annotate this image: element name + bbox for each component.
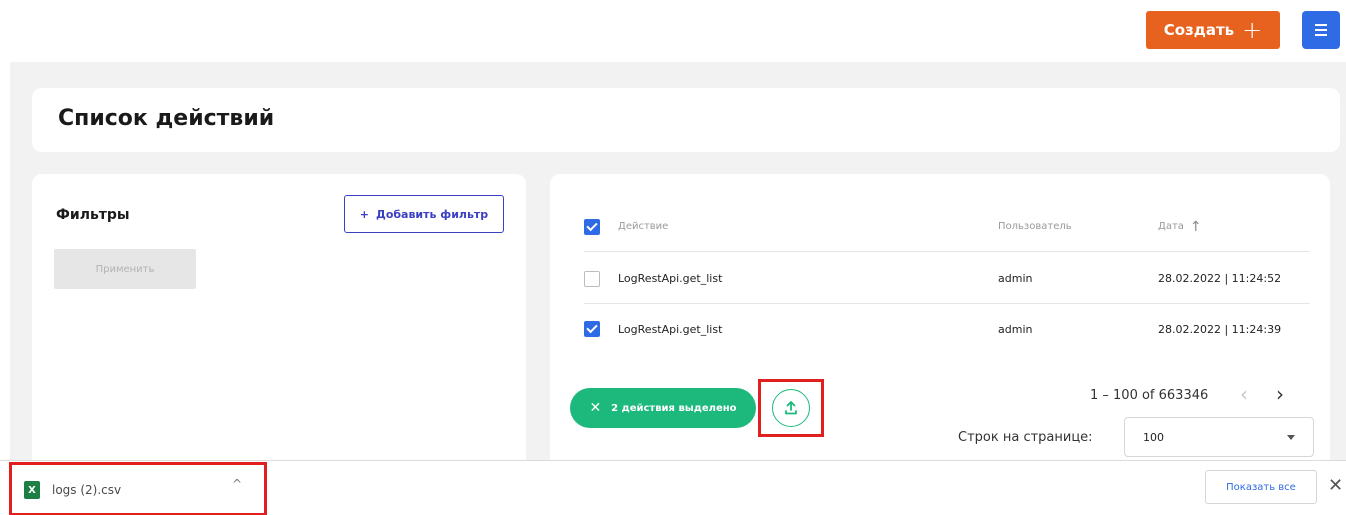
chevron-down-icon — [1287, 434, 1295, 440]
apply-button[interactable]: Применить — [54, 249, 196, 289]
hamburger-icon-line — [1315, 34, 1327, 36]
sort-arrow-icon: ↑ — [1189, 218, 1202, 235]
cell-action: LogRestApi.get_list — [618, 322, 723, 336]
table-row[interactable]: LogRestApi.get_list admin 28.02.2022 | 1… — [584, 254, 1310, 304]
cell-user: admin — [998, 322, 1033, 336]
plus-icon: + — [1242, 16, 1263, 44]
row-checkbox[interactable] — [584, 321, 600, 337]
table-row[interactable]: LogRestApi.get_list admin 28.02.2022 | 1… — [584, 304, 1310, 354]
add-filter-label: Добавить фильтр — [376, 207, 489, 221]
cell-date: 28.02.2022 | 11:24:52 — [1158, 272, 1282, 285]
pagination-range: 1 – 100 of 663346 — [1090, 388, 1209, 403]
create-button[interactable]: Создать + — [1146, 11, 1280, 49]
add-filter-button[interactable]: + Добавить фильтр — [344, 195, 504, 233]
selection-count-label: 2 действия выделено — [611, 402, 737, 414]
plus-icon: + — [359, 207, 370, 221]
cell-date: 28.02.2022 | 11:24:39 — [1158, 322, 1282, 336]
cell-action: LogRestApi.get_list — [618, 272, 723, 285]
table-header: Действие Пользователь Дата ↑ — [584, 202, 1310, 252]
clear-selection-icon[interactable]: ✕ — [589, 400, 601, 416]
rows-per-page-value: 100 — [1143, 430, 1164, 444]
download-highlight-box — [9, 462, 267, 515]
menu-button[interactable] — [1302, 11, 1340, 49]
column-header-action[interactable]: Действие — [618, 221, 998, 232]
top-bar: Создать + — [0, 0, 1346, 62]
main-area: Список действий Фильтры + Добавить фильт… — [10, 62, 1346, 474]
hamburger-icon-line — [1315, 24, 1327, 26]
previous-page-icon[interactable]: ‹ — [1240, 382, 1248, 406]
filters-title: Фильтры — [56, 207, 130, 223]
column-header-date-label: Дата — [1158, 221, 1184, 232]
cell-user: admin — [998, 272, 1033, 285]
rows-per-page-label: Строк на странице: — [958, 430, 1093, 445]
show-all-button[interactable]: Показать все — [1205, 470, 1317, 504]
column-header-user[interactable]: Пользователь — [998, 221, 1158, 232]
close-icon[interactable]: ✕ — [1328, 475, 1343, 496]
page-title: Список действий — [58, 106, 275, 131]
title-card: Список действий — [32, 88, 1340, 152]
row-checkbox[interactable] — [584, 270, 600, 287]
selection-badge[interactable]: ✕ 2 действия выделено — [570, 388, 756, 428]
export-highlight-box — [758, 379, 824, 437]
download-bar: X logs (2).csv ^ Показать все ✕ — [0, 460, 1346, 515]
filters-panel: Фильтры + Добавить фильтр Применить — [32, 174, 526, 474]
hamburger-icon-line — [1315, 29, 1327, 31]
select-all-checkbox[interactable] — [584, 218, 600, 235]
rows-per-page-select[interactable]: 100 — [1124, 417, 1314, 457]
actions-table-card: Действие Пользователь Дата ↑ LogRestApi.… — [550, 174, 1330, 474]
create-button-label: Создать — [1163, 21, 1235, 39]
column-header-date[interactable]: Дата ↑ — [1158, 219, 1202, 235]
next-page-icon[interactable]: › — [1276, 382, 1284, 406]
